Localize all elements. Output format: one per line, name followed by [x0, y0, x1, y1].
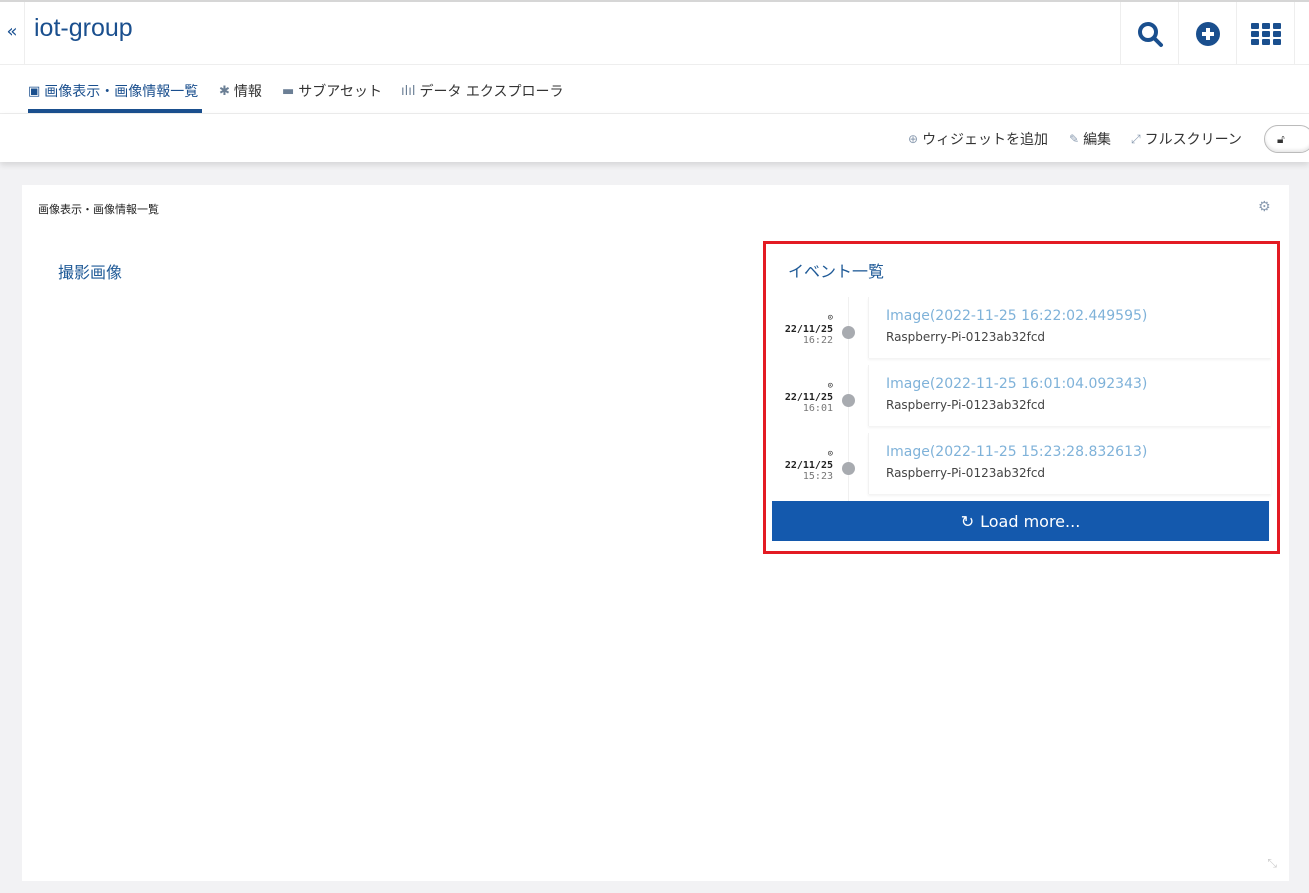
- event-device: Raspberry-Pi-0123ab32fcd: [886, 398, 1046, 412]
- clock-icon: ⊙: [827, 381, 833, 391]
- more-button[interactable]: [1294, 2, 1309, 65]
- event-timestamp: ⊙ 22/11/25 16:22: [776, 313, 833, 346]
- tab-label: 画像表示・画像情報一覧: [44, 84, 199, 100]
- load-more-label: Load more...: [980, 511, 1081, 531]
- event-card[interactable]: Image(2022-11-25 15:23:28.832613) Raspber…: [868, 433, 1271, 494]
- fullscreen-label: フルスクリーン: [1144, 132, 1242, 148]
- active-tab-indicator: [28, 109, 202, 113]
- gear-icon[interactable]: ⚙: [1258, 199, 1271, 215]
- clock-icon: ⊙: [827, 449, 833, 459]
- app-switcher-button[interactable]: [1236, 2, 1294, 65]
- search-button[interactable]: [1120, 2, 1178, 65]
- tab-image-view[interactable]: ▣ 画像表示・画像情報一覧: [28, 81, 198, 101]
- plus-circle-icon: [1195, 21, 1220, 46]
- clock-icon: ⊙: [827, 313, 833, 323]
- event-date: 22/11/25: [784, 324, 833, 335]
- add-widget-button[interactable]: ⊕ ウィジェットを追加: [908, 129, 1048, 149]
- event-item[interactable]: ⊙ 22/11/25 16:01 Image(2022-11-25 16:01:04…: [776, 365, 1271, 433]
- tab-info[interactable]: ✱ 情報: [219, 81, 262, 101]
- unlock-icon: 🔓︎: [1277, 132, 1285, 146]
- load-more-button[interactable]: ↻ Load more...: [772, 501, 1269, 541]
- resize-handle-icon[interactable]: ⤡: [1267, 856, 1277, 871]
- event-time: 16:01: [802, 403, 833, 414]
- event-item[interactable]: ⊙ 22/11/25 15:23 Image(2022-11-25 15:23:28…: [776, 433, 1271, 501]
- tab-data-explorer[interactable]: ılıl データ エクスプローラ: [401, 81, 563, 101]
- refresh-icon: ↻: [960, 511, 975, 531]
- search-icon: [1137, 21, 1163, 47]
- image-icon: ▣: [28, 83, 41, 99]
- event-item[interactable]: ⊙ 22/11/25 16:22 Image(2022-11-25 16:22:02…: [776, 297, 1271, 365]
- dashboard-toolbar: ⊕ ウィジェットを追加 ✎ 編集 ⤢ フルスクリーン 🔓︎: [0, 114, 1309, 162]
- page-title: iot-group: [34, 14, 133, 42]
- event-date: 22/11/25: [784, 392, 833, 403]
- tab-label: サブアセット: [298, 84, 383, 100]
- bar-chart-icon: ılıl: [401, 83, 416, 99]
- timeline-dot: [842, 462, 855, 475]
- widget-title: 画像表示・画像情報一覧: [38, 203, 159, 216]
- plus-circle-icon: ⊕: [908, 132, 919, 146]
- event-list-section: イベント一覧 ⊙ 22/11/25 16:22 Image(2022-11-25 1…: [763, 241, 1280, 554]
- event-device: Raspberry-Pi-0123ab32fcd: [886, 466, 1046, 480]
- expand-icon: ⤢: [1131, 131, 1141, 146]
- app-header: « iot-group: [0, 0, 1309, 65]
- pencil-icon: ✎: [1069, 132, 1080, 146]
- widget-panel: 画像表示・画像情報一覧 ⚙ 撮影画像 イベント一覧 ⊙ 22/11/25 16:22…: [22, 185, 1289, 881]
- edit-button[interactable]: ✎ 編集: [1069, 129, 1111, 149]
- event-list-title: イベント一覧: [788, 262, 885, 281]
- timeline-dot: [842, 394, 855, 407]
- event-time: 16:22: [802, 335, 833, 346]
- tab-label: データ エクスプローラ: [419, 84, 564, 100]
- asterisk-icon: ✱: [219, 83, 230, 99]
- add-widget-label: ウィジェットを追加: [922, 132, 1049, 148]
- event-time: 15:23: [802, 471, 833, 482]
- event-title-link[interactable]: Image(2022-11-25 16:01:04.092343): [886, 376, 1147, 392]
- event-timestamp: ⊙ 22/11/25 15:23: [776, 449, 833, 482]
- event-title-link[interactable]: Image(2022-11-25 15:23:28.832613): [886, 444, 1147, 460]
- collapse-sidebar-button[interactable]: «: [0, 2, 25, 65]
- captured-images-title: 撮影画像: [58, 263, 123, 282]
- fullscreen-button[interactable]: ⤢ フルスクリーン: [1131, 129, 1242, 149]
- tab-bar: ▣ 画像表示・画像情報一覧 ✱ 情報 ▬ サブアセット ılıl データ エクスプローラ: [0, 65, 1309, 114]
- grid-icon: [1250, 22, 1281, 45]
- event-card[interactable]: Image(2022-11-25 16:22:02.449595) Raspber…: [868, 297, 1271, 358]
- tab-subassets[interactable]: ▬ サブアセット: [282, 81, 382, 101]
- event-timestamp: ⊙ 22/11/25 16:01: [776, 381, 833, 414]
- event-date: 22/11/25: [784, 460, 833, 471]
- add-button[interactable]: [1178, 2, 1236, 65]
- timeline-dot: [842, 326, 855, 339]
- lock-toggle[interactable]: 🔓︎: [1264, 125, 1309, 153]
- folder-icon: ▬: [282, 83, 295, 99]
- edit-label: 編集: [1083, 132, 1112, 148]
- event-card[interactable]: Image(2022-11-25 16:01:04.092343) Raspber…: [868, 365, 1271, 426]
- event-device: Raspberry-Pi-0123ab32fcd: [886, 330, 1046, 344]
- event-title-link[interactable]: Image(2022-11-25 16:22:02.449595): [886, 308, 1147, 324]
- tab-label: 情報: [233, 84, 262, 100]
